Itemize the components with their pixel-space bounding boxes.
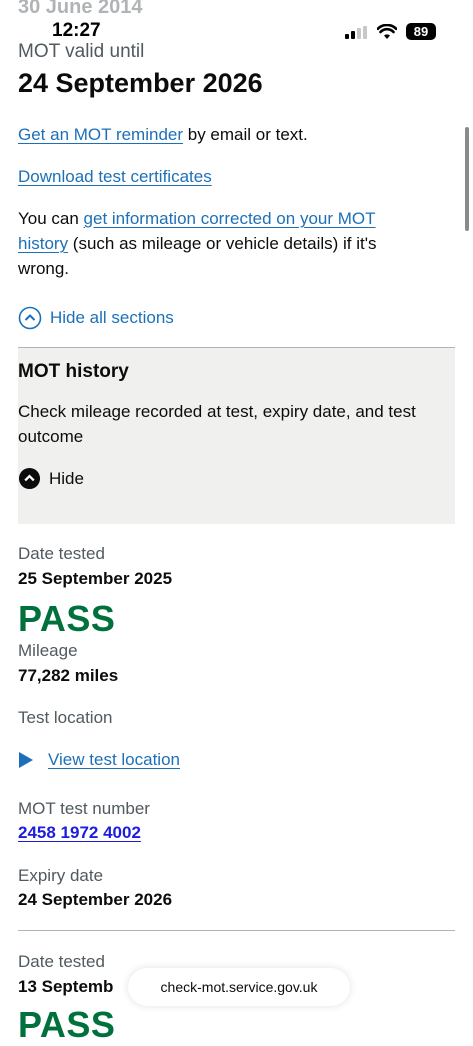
hide-section-label: Hide: [49, 468, 84, 488]
date-tested-label: Date tested: [18, 952, 105, 971]
date-tested-value: 25 September 2025: [18, 569, 173, 588]
battery-icon: 89: [406, 23, 436, 40]
mot-reminder-link[interactable]: Get an MOT reminder: [18, 125, 183, 144]
mot-history-title: MOT history: [18, 361, 129, 382]
signal-icon: [345, 26, 369, 39]
hide-all-sections-label: Hide all sections: [50, 308, 174, 327]
chevron-up-circle-icon: [18, 306, 42, 330]
hide-section-button[interactable]: Hide: [18, 467, 84, 490]
expiry-date-value: 24 September 2026: [18, 890, 173, 909]
reminder-line: Get an MOT reminder by email or text.: [18, 122, 308, 147]
mot-valid-label: MOT valid until: [18, 41, 145, 62]
date-tested-label: Date tested: [18, 544, 105, 563]
reminder-suffix: by email or text.: [183, 125, 308, 144]
download-certificates-link[interactable]: Download test certificates: [18, 167, 212, 186]
url-text: check-mot.service.gov.uk: [160, 979, 318, 995]
test-divider: [18, 930, 455, 931]
view-test-location-link[interactable]: View test location: [48, 750, 180, 770]
status-time: 12:27: [52, 20, 101, 41]
wifi-icon: [377, 24, 397, 39]
expiry-date-label: Expiry date: [18, 866, 104, 885]
view-test-location-toggle[interactable]: View test location: [18, 750, 180, 770]
mileage-value: 77,282 miles: [18, 666, 119, 685]
mot-test-number-link[interactable]: 2458 1972 4002: [18, 823, 141, 843]
test-location-label: Test location: [18, 708, 113, 727]
correction-prefix: You can: [18, 209, 84, 228]
hide-all-sections-button[interactable]: Hide all sections: [18, 306, 174, 330]
chevron-up-circle-icon: [18, 467, 41, 490]
date-tested-value: 13 Septemb: [18, 977, 114, 996]
test-result-badge: PASS: [18, 598, 116, 639]
triangle-right-icon: [19, 752, 33, 768]
ghost-date-text: 30 June 2014: [18, 0, 143, 18]
mot-history-description: Check mileage recorded at test, expiry d…: [18, 402, 416, 446]
mileage-label: Mileage: [18, 641, 78, 660]
correction-suffix: (such as mileage or vehicle details) if …: [18, 234, 377, 278]
mot-test-number-label: MOT test number: [18, 799, 150, 818]
correction-paragraph: You can get information corrected on you…: [18, 206, 428, 281]
scrollbar[interactable]: [465, 127, 469, 231]
download-line: Download test certificates: [18, 164, 212, 189]
url-bar[interactable]: check-mot.service.gov.uk: [128, 968, 350, 1006]
mot-valid-date: 24 September 2026: [18, 68, 263, 98]
test-result-badge: PASS: [18, 1004, 116, 1045]
